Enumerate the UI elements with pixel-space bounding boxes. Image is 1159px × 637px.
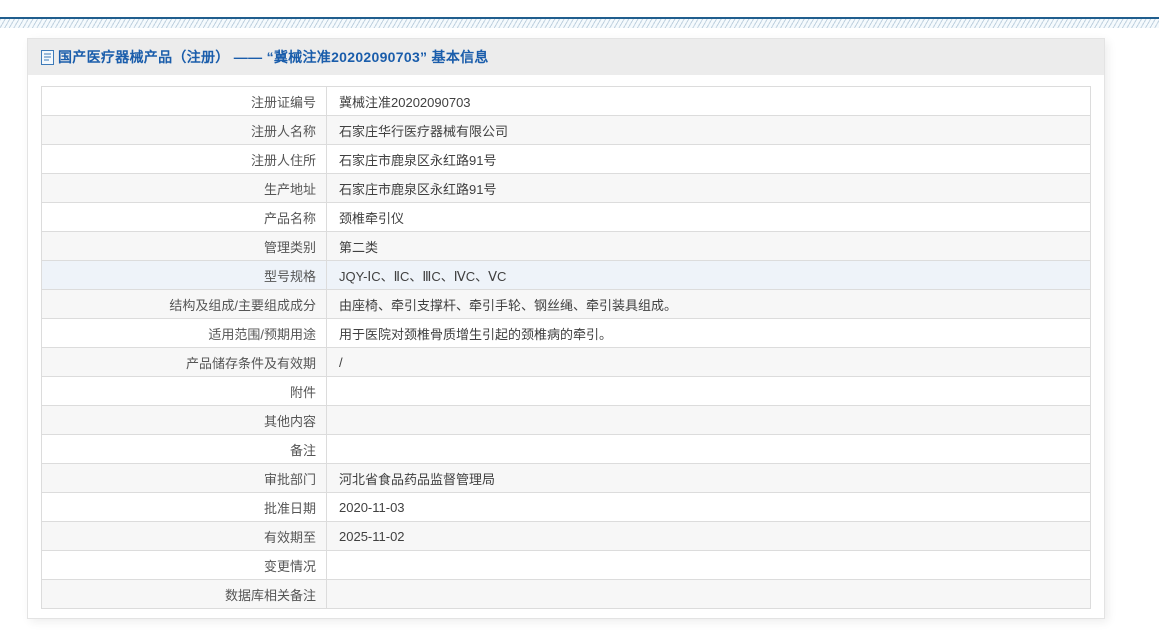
row-label: 附件 xyxy=(41,376,327,406)
row-value: JQY-ⅠC、ⅡC、ⅢC、ⅣC、ⅤC xyxy=(326,260,1091,290)
row-value xyxy=(326,405,1091,435)
row-label: 产品储存条件及有效期 xyxy=(41,347,327,377)
row-label: 生产地址 xyxy=(41,173,327,203)
table-row: 附件 xyxy=(41,376,1091,406)
row-label: 注册证编号 xyxy=(41,86,327,116)
info-panel: 国产医疗器械产品（注册） —— “冀械注准20202090703” 基本信息 注… xyxy=(27,38,1105,619)
table-row: 审批部门 河北省食品药品监督管理局 xyxy=(41,463,1091,493)
panel-header: 国产医疗器械产品（注册） —— “冀械注准20202090703” 基本信息 xyxy=(28,39,1104,75)
table-row: 注册人住所 石家庄市鹿泉区永红路91号 xyxy=(41,144,1091,174)
table-row: 管理类别 第二类 xyxy=(41,231,1091,261)
row-label: 其他内容 xyxy=(41,405,327,435)
row-value: 2025-11-02 xyxy=(326,521,1091,551)
document-icon xyxy=(41,49,54,65)
table-row: 数据库相关备注 xyxy=(41,579,1091,609)
row-label: 备注 xyxy=(41,434,327,464)
table-row: 生产地址 石家庄市鹿泉区永红路91号 xyxy=(41,173,1091,203)
decorative-stripes xyxy=(0,19,1159,28)
row-value: 用于医院对颈椎骨质增生引起的颈椎病的牵引。 xyxy=(326,318,1091,348)
row-value: 第二类 xyxy=(326,231,1091,261)
row-value: 颈椎牵引仪 xyxy=(326,202,1091,232)
row-label: 产品名称 xyxy=(41,202,327,232)
row-value: 2020-11-03 xyxy=(326,492,1091,522)
row-value: 由座椅、牵引支撑杆、牵引手轮、钢丝绳、牵引装具组成。 xyxy=(326,289,1091,319)
row-label: 注册人名称 xyxy=(41,115,327,145)
row-value xyxy=(326,579,1091,609)
row-value: 石家庄华行医疗器械有限公司 xyxy=(326,115,1091,145)
row-label: 数据库相关备注 xyxy=(41,579,327,609)
row-label: 批准日期 xyxy=(41,492,327,522)
panel-body: 注册证编号 冀械注准20202090703 注册人名称 石家庄华行医疗器械有限公… xyxy=(28,75,1104,609)
row-label: 结构及组成/主要组成成分 xyxy=(41,289,327,319)
table-row: 注册人名称 石家庄华行医疗器械有限公司 xyxy=(41,115,1091,145)
table-row: 批准日期 2020-11-03 xyxy=(41,492,1091,522)
row-label: 有效期至 xyxy=(41,521,327,551)
row-value xyxy=(326,434,1091,464)
row-label: 审批部门 xyxy=(41,463,327,493)
table-row: 注册证编号 冀械注准20202090703 xyxy=(41,86,1091,116)
row-label: 管理类别 xyxy=(41,231,327,261)
row-value: 河北省食品药品监督管理局 xyxy=(326,463,1091,493)
row-value: / xyxy=(326,347,1091,377)
table-row: 型号规格 JQY-ⅠC、ⅡC、ⅢC、ⅣC、ⅤC xyxy=(41,260,1091,290)
table-row: 适用范围/预期用途 用于医院对颈椎骨质增生引起的颈椎病的牵引。 xyxy=(41,318,1091,348)
row-value: 冀械注准20202090703 xyxy=(326,86,1091,116)
row-label: 注册人住所 xyxy=(41,144,327,174)
table-row: 产品储存条件及有效期 / xyxy=(41,347,1091,377)
row-value xyxy=(326,376,1091,406)
table-row: 结构及组成/主要组成成分 由座椅、牵引支撑杆、牵引手轮、钢丝绳、牵引装具组成。 xyxy=(41,289,1091,319)
info-table-body: 注册证编号 冀械注准20202090703 注册人名称 石家庄华行医疗器械有限公… xyxy=(41,86,1091,609)
row-label: 适用范围/预期用途 xyxy=(41,318,327,348)
table-row: 变更情况 xyxy=(41,550,1091,580)
row-value: 石家庄市鹿泉区永红路91号 xyxy=(326,144,1091,174)
row-value xyxy=(326,550,1091,580)
table-row: 其他内容 xyxy=(41,405,1091,435)
table-row: 产品名称 颈椎牵引仪 xyxy=(41,202,1091,232)
row-label: 型号规格 xyxy=(41,260,327,290)
table-row: 备注 xyxy=(41,434,1091,464)
table-row: 有效期至 2025-11-02 xyxy=(41,521,1091,551)
row-value: 石家庄市鹿泉区永红路91号 xyxy=(326,173,1091,203)
row-label: 变更情况 xyxy=(41,550,327,580)
info-table: 注册证编号 冀械注准20202090703 注册人名称 石家庄华行医疗器械有限公… xyxy=(41,86,1091,609)
page-title: 国产医疗器械产品（注册） —— “冀械注准20202090703” 基本信息 xyxy=(58,49,489,65)
